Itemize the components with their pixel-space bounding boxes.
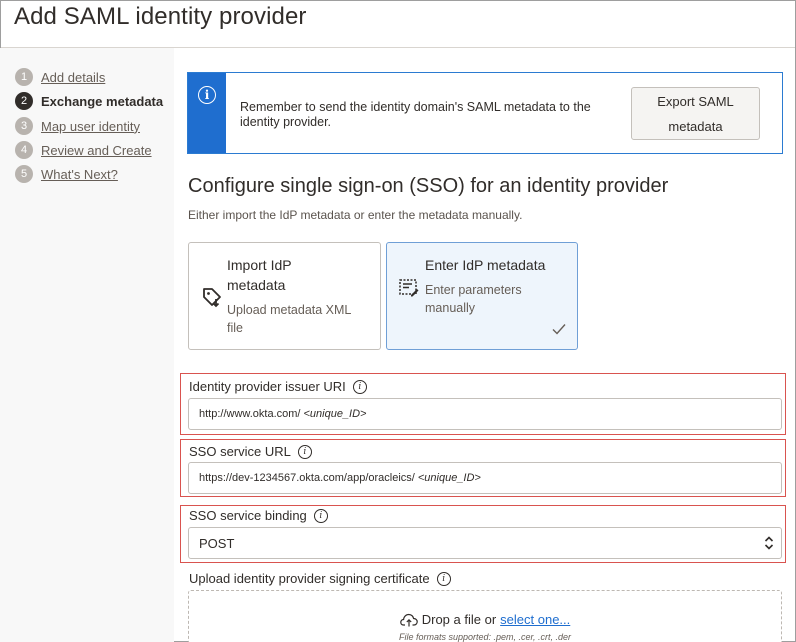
input-value-placeholder-part: <unique_ID> xyxy=(417,472,481,484)
button-label-line1: Export SAML xyxy=(657,94,734,109)
step-label[interactable]: What's Next? xyxy=(41,167,118,182)
step-number: 1 xyxy=(15,68,33,86)
page-title: Add SAML identity provider xyxy=(14,3,307,30)
info-banner: i Remember to send the identity domain's… xyxy=(187,72,783,154)
info-icon[interactable]: i xyxy=(352,379,367,394)
card-desc-line2: file xyxy=(227,321,243,335)
drop-text: Drop a file or xyxy=(421,612,497,627)
select-value: POST xyxy=(199,535,235,551)
info-icon[interactable]: i xyxy=(436,571,451,586)
certificate-label: Upload identity provider signing certifi… xyxy=(189,571,451,586)
section-subtitle: Either import the IdP metadata or enter … xyxy=(188,208,523,222)
sso-url-input[interactable]: https://dev-1234567.okta.com/app/oraclei… xyxy=(188,462,782,494)
label-text: Identity provider issuer URI xyxy=(189,379,346,394)
certificate-dropzone[interactable]: Drop a file or select one... File format… xyxy=(188,590,782,642)
checkmark-icon xyxy=(552,322,566,340)
button-label-line2: metadata xyxy=(668,119,723,134)
select-file-link[interactable]: select one... xyxy=(500,612,570,627)
input-value: http://www.okta.com/ xyxy=(199,408,301,420)
cloud-upload-icon xyxy=(399,613,418,627)
card-title-line1: Import IdP xyxy=(227,257,292,273)
step-add-details[interactable]: 1 Add details xyxy=(15,67,105,87)
card-desc-line1: Enter parameters xyxy=(425,283,522,297)
issuer-uri-input[interactable]: http://www.okta.com/<unique_ID> xyxy=(188,398,782,430)
sso-url-label: SSO service URL i xyxy=(189,444,312,459)
card-title: Import IdP metadata xyxy=(227,255,292,295)
edit-form-icon xyxy=(399,279,419,302)
import-idp-metadata-card[interactable]: Import IdP metadata Upload metadata XML … xyxy=(188,242,381,350)
step-map-user-identity[interactable]: 3 Map user identity xyxy=(15,116,140,136)
banner-accent-bar: i xyxy=(188,73,226,153)
step-label: Exchange metadata xyxy=(41,93,164,109)
input-value: https://dev-1234567.okta.com/app/oraclei… xyxy=(199,472,415,484)
step-label[interactable]: Add details xyxy=(41,70,105,85)
banner-message: Remember to send the identity domain's S… xyxy=(240,100,591,129)
sso-binding-select[interactable]: POST xyxy=(188,527,782,559)
supported-formats: File formats supported: .pem, .cer, .crt… xyxy=(398,632,572,642)
step-number: 4 xyxy=(15,141,33,159)
card-title-line2: metadata xyxy=(227,277,286,293)
sso-binding-label: SSO service binding i xyxy=(189,508,328,523)
wizard-steps: 1 Add details 2 Exchange metadata 3 Map … xyxy=(0,48,174,642)
step-label[interactable]: Review and Create xyxy=(41,143,152,158)
chevron-up-down-icon xyxy=(764,536,774,553)
label-text: SSO service URL xyxy=(189,444,291,459)
step-label[interactable]: Map user identity xyxy=(41,119,140,134)
card-description: Enter parameters manually xyxy=(425,281,522,317)
issuer-uri-label: Identity provider issuer URI i xyxy=(189,379,367,394)
export-saml-metadata-button[interactable]: Export SAML metadata xyxy=(631,87,760,140)
label-text: Upload identity provider signing certifi… xyxy=(189,571,430,586)
info-icon: i xyxy=(198,86,216,104)
step-whats-next[interactable]: 5 What's Next? xyxy=(15,164,118,184)
label-text: SSO service binding xyxy=(189,508,307,523)
step-review-and-create[interactable]: 4 Review and Create xyxy=(15,140,152,160)
enter-idp-metadata-card[interactable]: Enter IdP metadata Enter parameters manu… xyxy=(386,242,578,350)
step-number: 3 xyxy=(15,117,33,135)
step-exchange-metadata: 2 Exchange metadata xyxy=(15,91,163,111)
info-icon[interactable]: i xyxy=(297,444,312,459)
drop-instructions: Drop a file or select one... xyxy=(189,612,781,627)
step-number: 5 xyxy=(15,165,33,183)
input-value-placeholder-part: <unique_ID> xyxy=(303,408,367,420)
card-description: Upload metadata XML file xyxy=(227,301,351,337)
card-desc-line1: Upload metadata XML xyxy=(227,303,352,317)
info-icon[interactable]: i xyxy=(313,508,328,523)
step-number: 2 xyxy=(15,92,33,110)
card-title: Enter IdP metadata xyxy=(425,257,546,273)
section-title: Configure single sign-on (SSO) for an id… xyxy=(188,175,669,197)
card-desc-line2: manually xyxy=(425,301,476,315)
tag-download-icon xyxy=(201,286,223,313)
